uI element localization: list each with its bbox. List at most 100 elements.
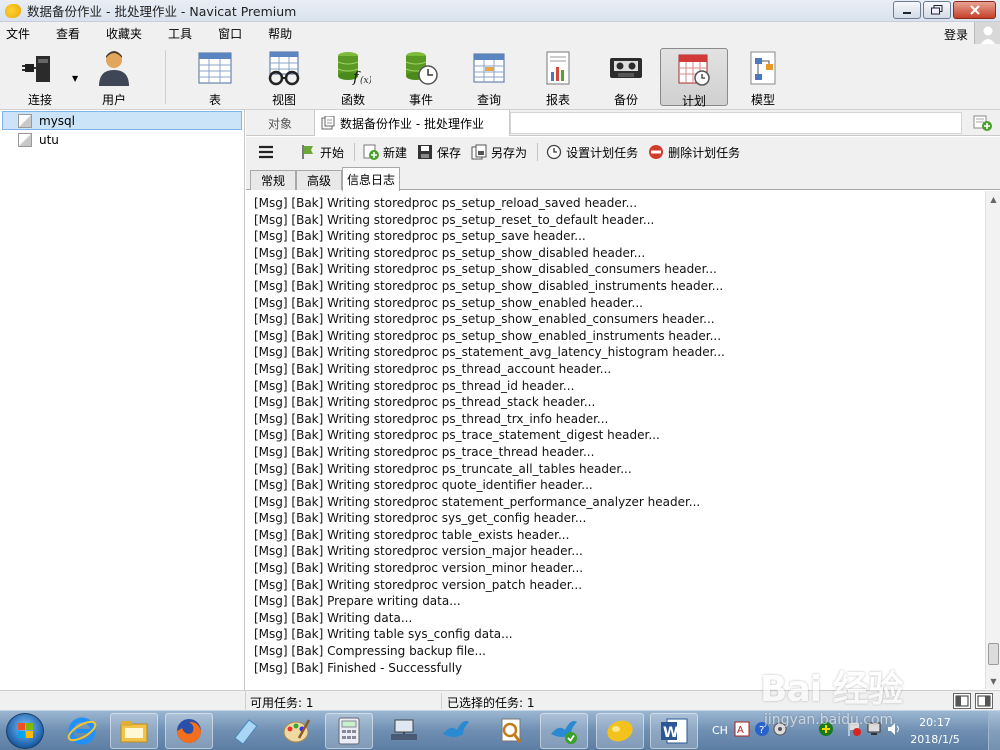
start-label: 开始 — [320, 145, 345, 160]
toolbar-user-button[interactable]: 用户 — [82, 48, 146, 107]
delete-schedule-button[interactable]: 删除计划任务 — [648, 144, 740, 161]
toolbar-query-button[interactable]: 查询 — [457, 48, 521, 107]
toolbar-backup-button[interactable]: 备份 — [594, 48, 658, 107]
network-tray-icon[interactable] — [866, 721, 882, 737]
log-line: [Msg] [Bak] Writing storedproc ps_setup_… — [254, 229, 586, 244]
toolbar-event-button[interactable]: 事件 — [389, 48, 453, 107]
menu-window[interactable]: 窗口 — [212, 25, 254, 42]
new-tab-button[interactable] — [972, 113, 994, 133]
taskbar-paint[interactable] — [272, 713, 320, 749]
taskbar-search-tool[interactable] — [487, 713, 535, 749]
toolbar-view-button[interactable]: 视图 — [252, 48, 316, 107]
show-desktop-button[interactable] — [988, 711, 1000, 750]
log-line: [Msg] [Bak] Writing storedproc ps_statem… — [254, 345, 725, 360]
log-line: [Msg] [Bak] Writing data... — [254, 610, 413, 625]
menu-favorites[interactable]: 收藏夹 — [100, 25, 154, 42]
document-tab-bar: 对象 数据备份作业 - 批处理作业 — [246, 110, 1000, 136]
log-line: [Msg] [Bak] Writing storedproc ps_thread… — [254, 411, 609, 426]
ime-icon[interactable]: A — [734, 721, 750, 737]
toolbar-connect-button[interactable]: 连接 — [8, 48, 72, 107]
log-line: [Msg] [Bak] Writing storedproc quote_ide… — [254, 478, 593, 493]
menu-file[interactable]: 文件 — [0, 25, 42, 42]
windows-taskbar: W CH A ? 20:17 2018/1/5 — [0, 710, 1000, 750]
toolbar-report-button[interactable]: 报表 — [526, 48, 590, 107]
menu-help[interactable]: 帮助 — [262, 25, 304, 42]
menu-view[interactable]: 查看 — [50, 25, 92, 42]
toolbar-schedule-button[interactable]: 计划 — [660, 48, 728, 108]
start-button[interactable]: 开始 — [300, 144, 344, 161]
security-shield-icon[interactable] — [818, 721, 834, 737]
login-link[interactable]: 登录 — [944, 26, 968, 43]
new-button[interactable]: 新建 — [363, 144, 407, 161]
hamburger-menu-button[interactable] — [258, 145, 274, 159]
log-line: [Msg] [Bak] Writing storedproc ps_setup_… — [254, 262, 717, 277]
tab-backup-job[interactable]: 数据备份作业 - 批处理作业 — [314, 110, 510, 136]
function-icon: f (x) — [335, 50, 373, 86]
connection-item-utu[interactable]: utu — [0, 130, 244, 149]
log-line: [Msg] [Bak] Finished - Successfully — [254, 660, 463, 675]
menu-tools[interactable]: 工具 — [162, 25, 204, 42]
bird-icon — [443, 721, 469, 737]
save-as-button[interactable]: 另存为 — [471, 144, 527, 161]
toolbar-table-button[interactable]: 表 — [183, 48, 247, 107]
paint-icon — [283, 719, 311, 743]
tab-advanced[interactable]: 高级 — [296, 170, 342, 190]
taskbar-calculator[interactable] — [325, 713, 373, 749]
tab-objects[interactable]: 对象 — [246, 110, 314, 136]
settings-icon[interactable] — [772, 721, 788, 737]
title-bar: 数据备份作业 - 批处理作业 - Navicat Premium — [0, 0, 1000, 22]
list-view-toggle[interactable] — [953, 693, 971, 709]
taskbar-network[interactable] — [380, 713, 428, 749]
log-line: [Msg] [Bak] Writing storedproc version_m… — [254, 561, 584, 576]
taskbar-word[interactable]: W — [650, 713, 698, 749]
tab-general[interactable]: 常规 — [250, 170, 296, 190]
taskbar-firefox[interactable] — [165, 713, 213, 749]
toolbar-function-button[interactable]: f (x) 函数 — [321, 48, 385, 107]
taskbar-bird-app[interactable] — [432, 713, 480, 749]
toolbar-model-button[interactable]: 模型 — [731, 48, 795, 107]
close-button[interactable] — [953, 1, 996, 19]
scroll-thumb[interactable] — [988, 643, 999, 665]
connect-dropdown-caret-icon[interactable]: ▼ — [72, 74, 78, 83]
connection-name: mysql — [39, 113, 75, 128]
set-schedule-button[interactable]: 设置计划任务 — [546, 144, 638, 161]
report-icon — [540, 50, 576, 86]
windows-start-button[interactable] — [6, 713, 44, 749]
message-log[interactable]: [Msg] [Bak] Writing storedproc ps_setup_… — [246, 191, 985, 689]
clock-icon — [546, 144, 562, 160]
selected-tasks-status: 已选择的任务: 1 — [447, 696, 535, 710]
log-line: [Msg] [Bak] Writing storedproc ps_setup_… — [254, 295, 643, 310]
help-icon[interactable]: ? — [754, 721, 770, 737]
scroll-down-arrow-icon[interactable]: ▼ — [986, 673, 1000, 689]
window-controls — [891, 1, 996, 19]
volume-icon[interactable] — [886, 721, 902, 737]
toolbar-report-label: 报表 — [545, 93, 570, 107]
save-disk-icon — [418, 145, 433, 159]
input-language-indicator[interactable]: CH — [712, 724, 728, 737]
toolbar-connect-label: 连接 — [27, 93, 52, 107]
taskbar-bird-check-app[interactable] — [540, 713, 588, 749]
log-line: [Msg] [Bak] Writing storedproc ps_setup_… — [254, 212, 655, 227]
taskbar-explorer[interactable] — [110, 713, 158, 749]
log-line: [Msg] [Bak] Writing storedproc version_p… — [254, 577, 583, 592]
taskbar-notepad[interactable] — [220, 713, 268, 749]
taskbar-navicat[interactable] — [596, 713, 644, 749]
log-line: [Msg] [Bak] Compressing backup file... — [254, 644, 486, 659]
save-as-label: 另存为 — [491, 145, 528, 160]
hamburger-icon — [259, 145, 273, 159]
action-center-flag-icon[interactable] — [846, 721, 862, 737]
calculator-icon — [338, 717, 360, 745]
taskbar-ie[interactable] — [58, 713, 106, 749]
connection-item-mysql[interactable]: mysql — [2, 111, 242, 130]
log-line: [Msg] [Bak] Writing storedproc ps_thread… — [254, 395, 596, 410]
log-line: [Msg] [Bak] Writing storedproc ps_trace_… — [254, 428, 660, 443]
detail-view-toggle[interactable] — [975, 693, 993, 709]
new-label: 新建 — [383, 145, 408, 160]
restore-button[interactable] — [923, 1, 951, 19]
minimize-button[interactable] — [893, 1, 921, 19]
tab-message-log[interactable]: 信息日志 — [342, 167, 400, 191]
log-vertical-scrollbar[interactable]: ▲ ▼ — [985, 191, 1000, 689]
save-button[interactable]: 保存 — [417, 144, 461, 161]
scroll-up-arrow-icon[interactable]: ▲ — [986, 191, 1000, 207]
system-clock[interactable]: 20:17 2018/1/5 — [905, 714, 965, 748]
